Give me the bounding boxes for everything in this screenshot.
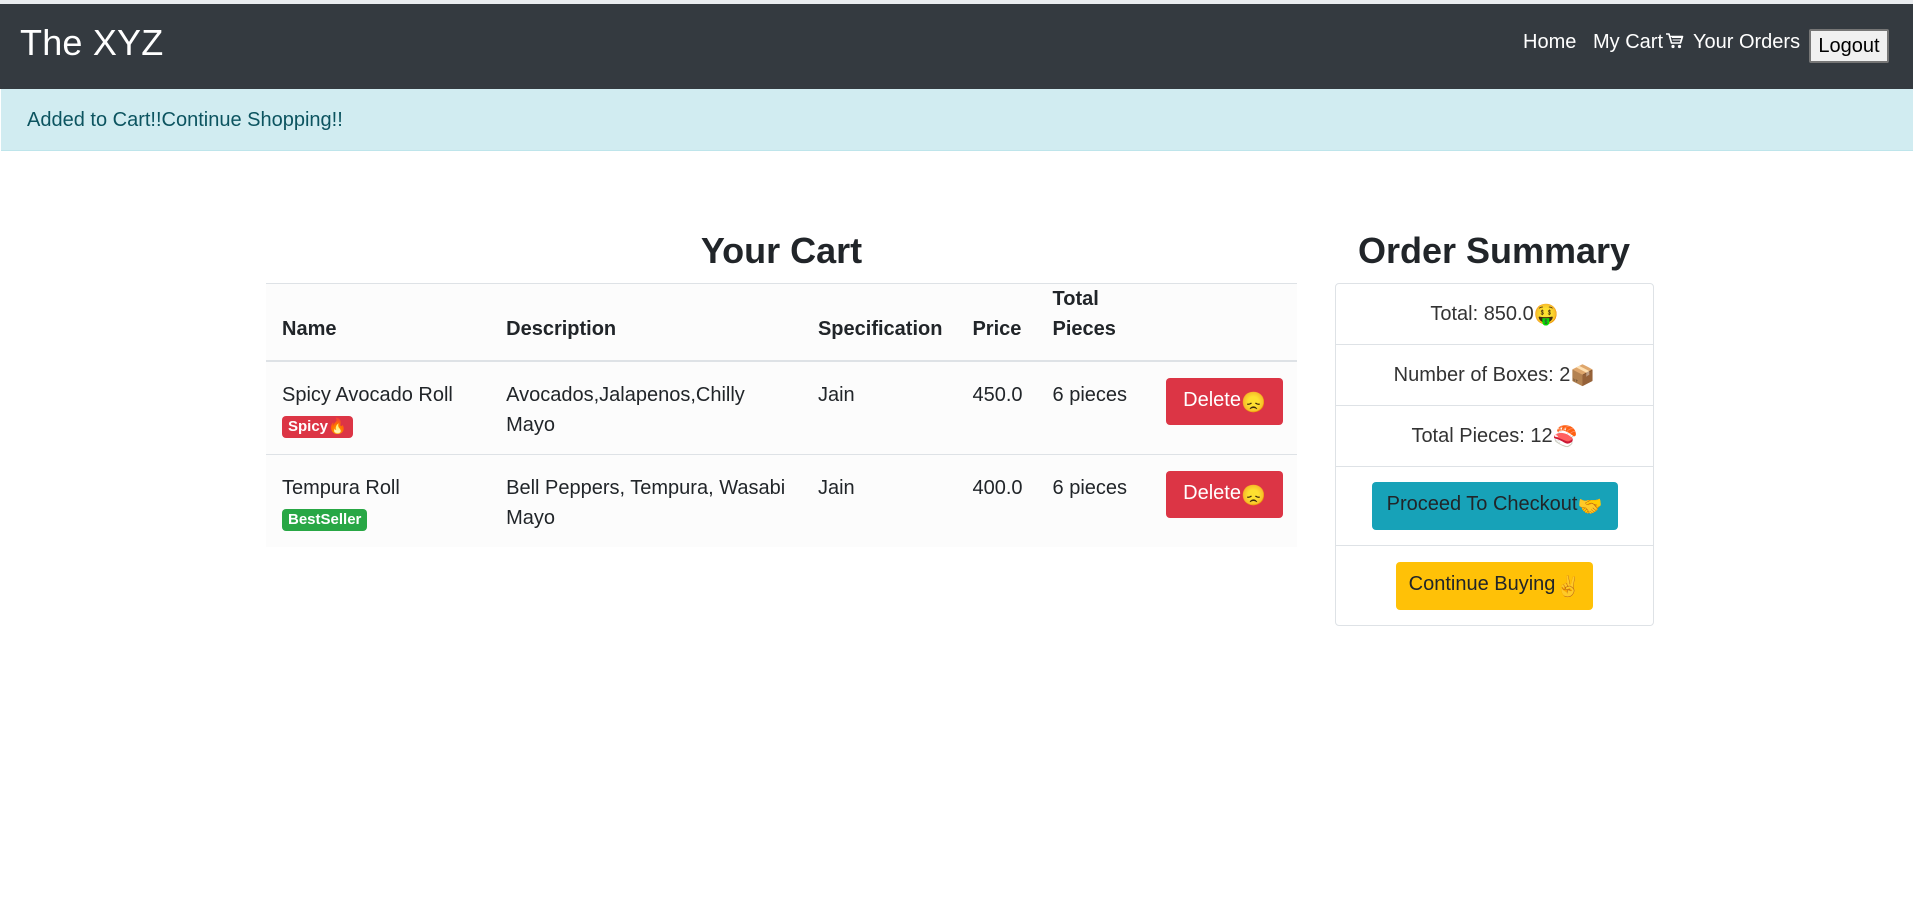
header-name: Name <box>266 283 491 362</box>
cell-specification: Jain <box>801 454 957 547</box>
badge-label: Spicy <box>288 418 329 435</box>
logout-button[interactable]: Logout <box>1809 29 1889 63</box>
handshake-icon: 🤝 <box>1577 496 1603 518</box>
spicy-badge: Spicy🔥 <box>282 416 353 438</box>
summary-pieces: Total Pieces: 12 🍣 <box>1336 406 1653 467</box>
header-description: Description <box>490 283 802 362</box>
continue-label: Continue Buying <box>1408 572 1556 595</box>
sad-face-icon: 😞 <box>1240 484 1266 507</box>
total-label: Total: 850.0 <box>1430 302 1534 325</box>
sad-face-icon: 😞 <box>1240 391 1266 414</box>
summary-total: Total: 850.0 🤑 <box>1336 284 1653 345</box>
item-name: Tempura Roll <box>282 477 400 499</box>
pieces-label: Total Pieces: 12 <box>1411 424 1553 447</box>
delete-button[interactable]: Delete😞 <box>1166 378 1283 425</box>
table-header-row: Name Description Specification Price Tot… <box>266 283 1297 362</box>
alert-message: Added to Cart!!Continue Shopping!! <box>27 109 343 131</box>
money-face-icon: 🤑 <box>1533 303 1559 326</box>
cell-description: Avocados,Jalapenos,Chilly Mayo <box>490 360 802 455</box>
checkout-label: Proceed To Checkout <box>1386 493 1578 515</box>
header-specification: Specification <box>801 283 957 362</box>
proceed-to-checkout-button[interactable]: Proceed To Checkout🤝 <box>1371 482 1618 530</box>
nav-home-link[interactable]: Home <box>1523 31 1576 54</box>
cart-table: Name Description Specification Price Tot… <box>266 283 1297 547</box>
sushi-icon: 🍣 <box>1552 425 1578 448</box>
shopping-cart-icon <box>1665 32 1685 56</box>
cell-actions: Delete😞 <box>1150 360 1297 455</box>
order-summary-title: Order Summary <box>1357 230 1631 271</box>
summary-continue-row: Continue Buying✌ <box>1336 546 1653 625</box>
victory-hand-icon: ✌ <box>1555 575 1581 598</box>
alert-banner: Added to Cart!!Continue Shopping!! <box>1 89 1913 151</box>
cell-specification: Jain <box>801 360 957 455</box>
nav-my-cart-label: My Cart <box>1593 31 1663 53</box>
nav-your-orders-link[interactable]: Your Orders <box>1693 31 1800 54</box>
table-row: Spicy Avocado Roll Spicy🔥 Avocados,Jalap… <box>266 360 1297 455</box>
delete-label: Delete <box>1183 481 1241 504</box>
cell-pieces: 6 pieces <box>1036 454 1150 547</box>
summary-boxes: Number of Boxes: 2 📦 <box>1336 345 1653 406</box>
boxes-label: Number of Boxes: 2 <box>1393 363 1571 386</box>
bestseller-badge: BestSeller <box>282 509 368 531</box>
delete-button[interactable]: Delete😞 <box>1166 471 1283 518</box>
cell-description: Bell Peppers, Tempura, Wasabi Mayo <box>490 454 802 547</box>
cart-title: Your Cart <box>700 230 863 271</box>
navbar: The XYZ Home My Cart Your Orders Logout <box>0 4 1913 89</box>
cell-name: Spicy Avocado Roll Spicy🔥 <box>266 360 491 455</box>
cell-pieces: 6 pieces <box>1036 360 1150 455</box>
table-row: Tempura Roll BestSeller Bell Peppers, Te… <box>266 454 1297 547</box>
order-summary-list: Total: 850.0 🤑 Number of Boxes: 2 📦 Total … <box>1335 283 1654 626</box>
cell-name: Tempura Roll BestSeller <box>266 454 491 547</box>
continue-buying-button[interactable]: Continue Buying✌ <box>1396 561 1593 610</box>
brand-logo[interactable]: The XYZ <box>20 22 163 64</box>
delete-label: Delete <box>1183 388 1241 411</box>
package-icon: 📦 <box>1570 364 1596 387</box>
header-total-pieces: Total Pieces <box>1036 283 1150 362</box>
cell-actions: Delete😞 <box>1150 454 1297 547</box>
header-price: Price <box>956 283 1037 362</box>
cell-price: 450.0 <box>956 360 1037 455</box>
nav-my-cart-link[interactable]: My Cart <box>1593 31 1685 56</box>
summary-checkout-row: Proceed To Checkout🤝 <box>1336 467 1653 546</box>
cell-price: 400.0 <box>956 454 1037 547</box>
item-name: Spicy Avocado Roll <box>282 384 453 406</box>
header-actions <box>1150 283 1297 362</box>
fire-icon: 🔥 <box>328 418 347 435</box>
